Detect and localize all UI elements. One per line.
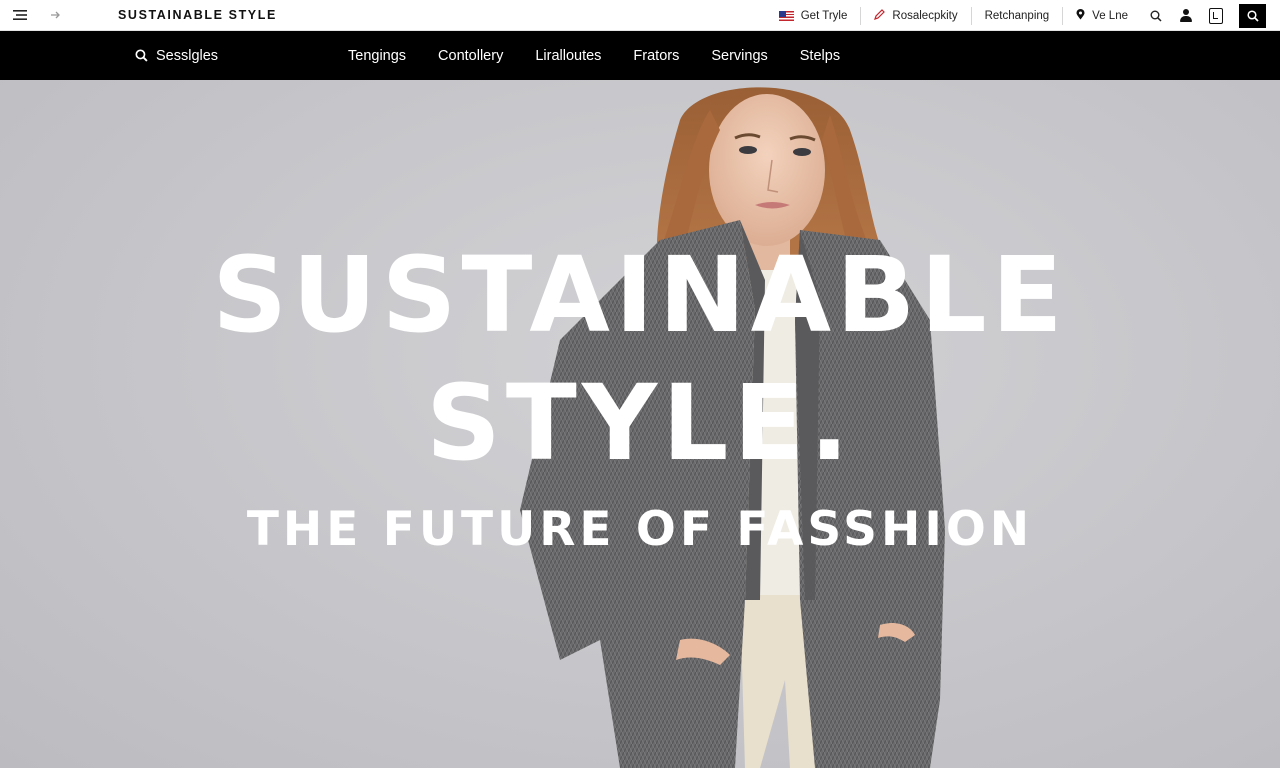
nav-search-label: Sesslgles <box>156 47 219 64</box>
nav-item-contollery[interactable]: Contollery <box>422 48 519 64</box>
top-left-group: SUSTAINABLE STYLE <box>0 0 277 30</box>
search-icon <box>135 49 148 62</box>
top-utility-bar: SUSTAINABLE STYLE Get Tryle Rosalecpkity… <box>0 0 1280 31</box>
main-nav: Sesslgles Tengings Contollery Liralloute… <box>0 31 1280 80</box>
util-link-label: Ve Lne <box>1092 9 1128 22</box>
pencil-icon <box>874 8 886 23</box>
us-flag-icon <box>778 10 794 21</box>
nav-search[interactable]: Sesslgles <box>135 31 218 80</box>
hero-subheadline: THE FUTURE OF FASSHION <box>246 502 1034 557</box>
location-pin-icon <box>1076 8 1085 23</box>
search-icon <box>1246 9 1259 22</box>
menu-icon[interactable] <box>8 3 32 27</box>
nav-item-tengings[interactable]: Tengings <box>332 48 422 64</box>
nav-item-servings[interactable]: Servings <box>695 48 783 64</box>
util-link-label: Get Tryle <box>800 9 848 22</box>
search-button[interactable] <box>1239 3 1266 28</box>
nav-items: Tengings Contollery Liralloutes Frators … <box>332 31 856 80</box>
util-link-label: Rosalecpkity <box>892 9 958 22</box>
search-icon[interactable] <box>1141 4 1171 28</box>
util-link-get-tryle[interactable]: Get Tryle <box>766 6 862 25</box>
util-link-label: Retchanping <box>984 9 1050 22</box>
util-link-rosalecpkity[interactable]: Rosalecpkity <box>861 6 972 25</box>
hero-headline-line2: STYLE. <box>426 362 854 484</box>
nav-item-frators[interactable]: Frators <box>617 48 695 64</box>
util-link-ve-lne[interactable]: Ve Lne <box>1063 7 1141 25</box>
hero-banner[interactable]: SUSTAINABLE STYLE. THE FUTURE OF FASSHIO… <box>0 80 1280 768</box>
util-link-retchanping[interactable]: Retchanping <box>972 6 1064 25</box>
hero-headline-line1: SUSTAINABLE <box>212 234 1068 356</box>
nav-item-stelps[interactable]: Stelps <box>784 48 856 64</box>
bag-icon[interactable] <box>1201 4 1231 28</box>
brand-logo[interactable]: SUSTAINABLE STYLE <box>118 8 277 22</box>
user-icon[interactable] <box>1171 4 1201 28</box>
forward-arrow-icon[interactable] <box>44 3 68 27</box>
nav-item-liralloutes[interactable]: Liralloutes <box>519 48 617 64</box>
top-right-group: Get Tryle Rosalecpkity Retchanping Ve Ln… <box>766 0 1280 31</box>
